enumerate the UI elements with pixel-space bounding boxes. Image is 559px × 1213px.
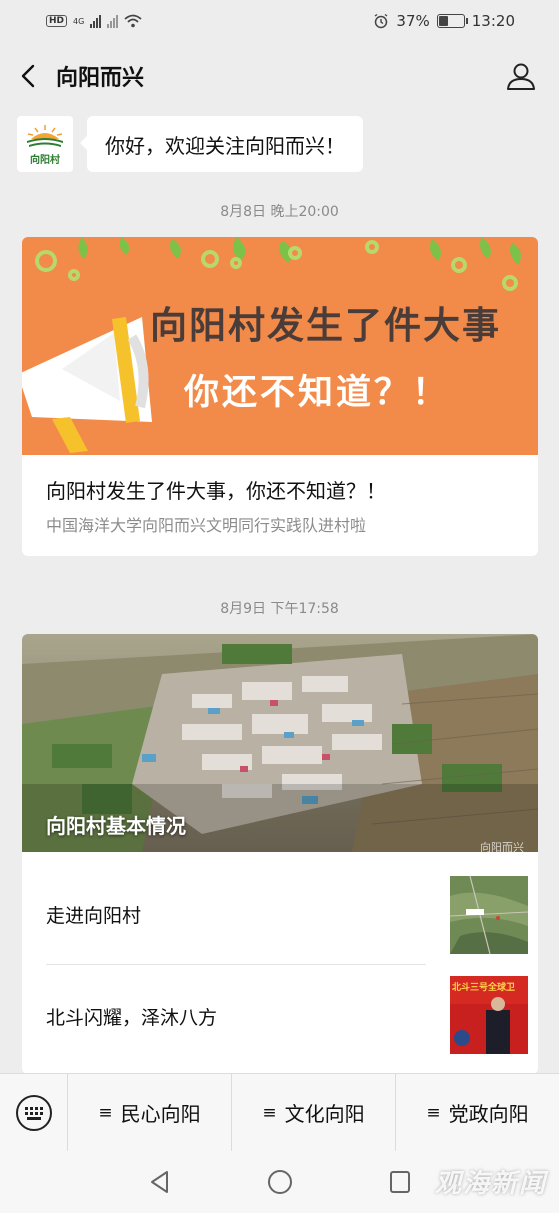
article-card-multi: 向阳村基本情况 向阳而兴 走进向阳村 北斗闪耀，泽沐八方 北斗三号全球卫: [22, 634, 538, 1074]
network-type: 4G: [73, 16, 85, 26]
menu-list-icon: ≡: [426, 1102, 441, 1123]
menu-item-label: 党政向阳: [448, 1102, 529, 1126]
keyboard-toggle-button[interactable]: [0, 1073, 68, 1152]
sub-article-thumbnail: [450, 876, 528, 954]
menu-item-wenhua[interactable]: ≡ 文化向阳: [232, 1073, 396, 1152]
menu-list-icon: ≡: [98, 1102, 113, 1123]
cover-watermark: 向阳而兴: [480, 841, 524, 852]
thumbnail-text: 北斗三号全球卫: [452, 983, 516, 993]
home-circle-icon[interactable]: [266, 1168, 294, 1196]
sub-article-title: 走进向阳村: [46, 905, 142, 927]
greeting-text: 你好，欢迎关注向阳而兴！: [105, 133, 345, 158]
back-triangle-icon[interactable]: [147, 1169, 173, 1195]
avatar-label: 向阳村: [30, 154, 60, 166]
divider: [46, 964, 426, 965]
banner-subheadline: 你还不知道？！: [184, 373, 451, 413]
page-title: 向阳而兴: [56, 66, 145, 91]
article-card[interactable]: 向阳村发生了件大事 你还不知道？！ 向阳村发生了件大事，你还不知道？！ 中国海洋…: [22, 237, 538, 556]
status-left: HD 4G: [46, 14, 142, 28]
recent-apps-icon[interactable]: [388, 1169, 412, 1195]
menu-list-icon: ≡: [262, 1102, 277, 1123]
article-summary: 中国海洋大学向阳而兴文明同行实践队进村啦: [46, 516, 367, 535]
user-profile-icon[interactable]: [505, 60, 537, 92]
nav-bar: 向阳而兴: [0, 42, 559, 110]
menu-item-label: 文化向阳: [284, 1102, 365, 1126]
map-thumbnail: [450, 876, 528, 954]
menu-item-minxin[interactable]: ≡ 民心向阳: [68, 1073, 232, 1152]
news-watermark: 观海新闻: [434, 1169, 547, 1199]
status-bar: HD 4G 37% 13:20: [0, 0, 559, 42]
article-banner: 向阳村发生了件大事 你还不知道？！: [22, 237, 538, 455]
battery-fill: [438, 16, 448, 26]
back-button[interactable]: [0, 42, 56, 110]
cover-article[interactable]: 向阳村基本情况 向阳而兴: [22, 634, 538, 852]
greeting-message: 向阳村 你好，欢迎关注向阳而兴！: [17, 116, 363, 172]
article-title: 向阳村发生了件大事，你还不知道？！: [46, 479, 386, 503]
battery-percent: 37%: [396, 12, 430, 30]
hd-badge: HD: [46, 15, 68, 27]
timestamp: 8月9日 下午17:58: [220, 601, 339, 617]
signal-icon: [107, 14, 119, 28]
timestamp: 8月8日 晚上20:00: [220, 204, 339, 220]
clock: 13:20: [471, 12, 515, 30]
avatar[interactable]: 向阳村: [17, 116, 73, 172]
menu-item-dangzheng[interactable]: ≡ 党政向阳: [396, 1074, 559, 1152]
logo-icon: [27, 124, 63, 147]
sub-article-item[interactable]: 走进向阳村: [46, 864, 528, 965]
official-account-menu: ≡ 民心向阳 ≡ 文化向阳 ≡ 党政向阳: [0, 1073, 559, 1152]
banner-headline: 向阳村发生了件大事: [150, 304, 501, 347]
sub-article-title: 北斗闪耀，泽沐八方: [46, 1007, 218, 1029]
alarm-icon: [375, 13, 388, 29]
back-arrow-icon: [21, 64, 35, 88]
sub-article-item[interactable]: 北斗闪耀，泽沐八方 北斗三号全球卫: [46, 966, 528, 1067]
sub-article-thumbnail: 北斗三号全球卫: [450, 976, 528, 1054]
greeting-bubble: 你好，欢迎关注向阳而兴！: [80, 116, 363, 172]
keyboard-icon: [15, 1094, 52, 1131]
menu-item-label: 民心向阳: [120, 1102, 201, 1126]
signal-icon: [90, 14, 102, 28]
battery-icon: [436, 14, 468, 28]
status-right: 37% 13:20: [373, 12, 515, 30]
cover-title: 向阳村基本情况: [46, 814, 186, 838]
wifi-icon: [124, 14, 142, 28]
